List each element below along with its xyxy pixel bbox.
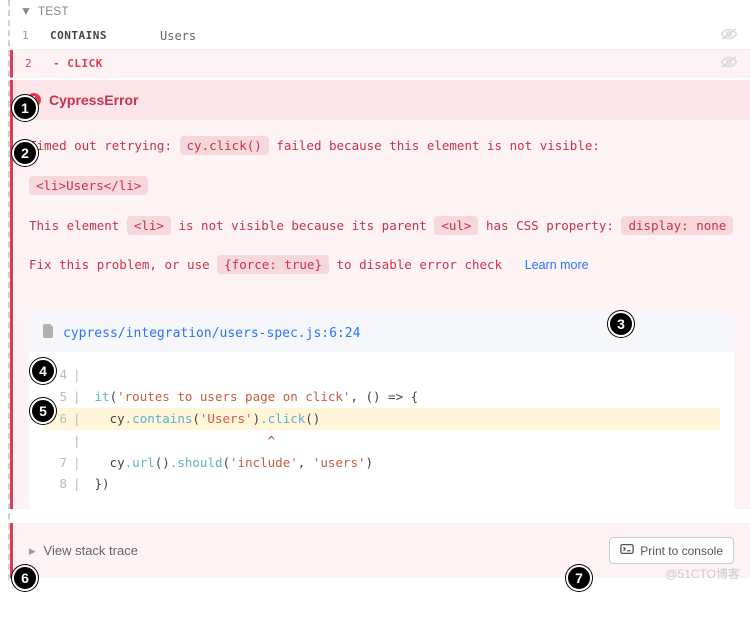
command-name: CONTAINS bbox=[50, 29, 160, 42]
code-line: 7| cy.url().should('include', 'users') bbox=[43, 452, 720, 474]
code-inline: <li> bbox=[127, 216, 171, 235]
error-fix-line: Fix this problem, or use {force: true} t… bbox=[29, 253, 734, 278]
error-body: Timed out retrying: cy.click() failed be… bbox=[13, 120, 750, 308]
code-inline: display: none bbox=[621, 216, 733, 235]
test-label: TEST bbox=[38, 4, 69, 18]
annotation-callout-4: 4 bbox=[30, 358, 56, 384]
error-element-html: <li>Users</li> bbox=[29, 174, 734, 198]
command-number: 1 bbox=[22, 29, 50, 42]
command-number: 2 bbox=[25, 57, 53, 70]
command-row[interactable]: 1 CONTAINS Users bbox=[10, 22, 750, 50]
code-line: 5| it('routes to users page on click', (… bbox=[43, 386, 720, 408]
file-icon bbox=[43, 324, 55, 342]
error-footer: ▸ View stack trace Print to console bbox=[10, 523, 750, 578]
code-line: 8| }) bbox=[43, 473, 720, 495]
chevron-down-icon: ▼ bbox=[20, 4, 32, 18]
file-path: cypress/integration/users-spec.js:6:24 bbox=[63, 326, 360, 341]
chevron-right-icon: ▸ bbox=[29, 543, 36, 559]
code-line: 4| bbox=[43, 364, 720, 386]
hidden-icon bbox=[720, 55, 738, 72]
error-message-line1: Timed out retrying: cy.click() failed be… bbox=[29, 134, 734, 158]
code-inline: cy.click() bbox=[180, 136, 269, 155]
error-panel: ! CypressError Timed out retrying: cy.cl… bbox=[10, 80, 750, 509]
code-inline: <ul> bbox=[434, 216, 478, 235]
code-content: it('routes to users page on click', () =… bbox=[87, 386, 418, 408]
terminal-icon bbox=[620, 543, 634, 558]
code-line-highlighted: 6| cy.contains('Users').click() bbox=[43, 408, 720, 430]
error-text: is not visible because its parent bbox=[178, 218, 434, 233]
test-section-header[interactable]: ▼ TEST bbox=[10, 0, 750, 22]
error-type: CypressError bbox=[49, 92, 139, 108]
watermark: @51CTO博客 bbox=[665, 565, 740, 582]
code-caret-line: | ^ bbox=[43, 430, 720, 452]
error-message-line2: This element <li> is not visible because… bbox=[29, 214, 734, 238]
error-text: Timed out retrying: bbox=[29, 138, 180, 153]
error-text: This element bbox=[29, 218, 127, 233]
annotation-callout-6: 6 bbox=[12, 565, 38, 591]
code-content: cy.url().should('include', 'users') bbox=[87, 452, 373, 474]
code-inline: {force: true} bbox=[217, 255, 329, 274]
error-text: failed because this element is not visib… bbox=[276, 138, 600, 153]
command-row-error[interactable]: 2 - CLICK bbox=[10, 50, 750, 78]
error-text: has CSS property: bbox=[486, 218, 621, 233]
annotation-callout-3: 3 bbox=[608, 311, 634, 337]
annotation-callout-1: 1 bbox=[12, 95, 38, 121]
learn-more-link[interactable]: Learn more bbox=[525, 258, 589, 272]
error-text: to disable error check bbox=[337, 257, 503, 272]
view-stack-trace-link[interactable]: View stack trace bbox=[44, 543, 138, 558]
code-content: }) bbox=[87, 473, 110, 495]
code-snippet: 4| 5| it('routes to users page on click'… bbox=[29, 352, 734, 509]
annotation-callout-5: 5 bbox=[30, 398, 56, 424]
error-text: Fix this problem, or use bbox=[29, 257, 217, 272]
code-content: cy.contains('Users').click() bbox=[87, 408, 320, 430]
hidden-icon bbox=[720, 27, 738, 44]
command-name: - CLICK bbox=[53, 57, 163, 70]
error-caret: ^ bbox=[87, 430, 275, 452]
command-arg: Users bbox=[160, 29, 196, 43]
annotation-callout-2: 2 bbox=[12, 140, 38, 166]
print-to-console-button[interactable]: Print to console bbox=[609, 537, 734, 564]
print-label: Print to console bbox=[640, 544, 723, 558]
annotation-callout-7: 7 bbox=[566, 565, 592, 591]
error-title-row: ! CypressError bbox=[13, 80, 750, 120]
code-inline: <li>Users</li> bbox=[29, 176, 148, 195]
